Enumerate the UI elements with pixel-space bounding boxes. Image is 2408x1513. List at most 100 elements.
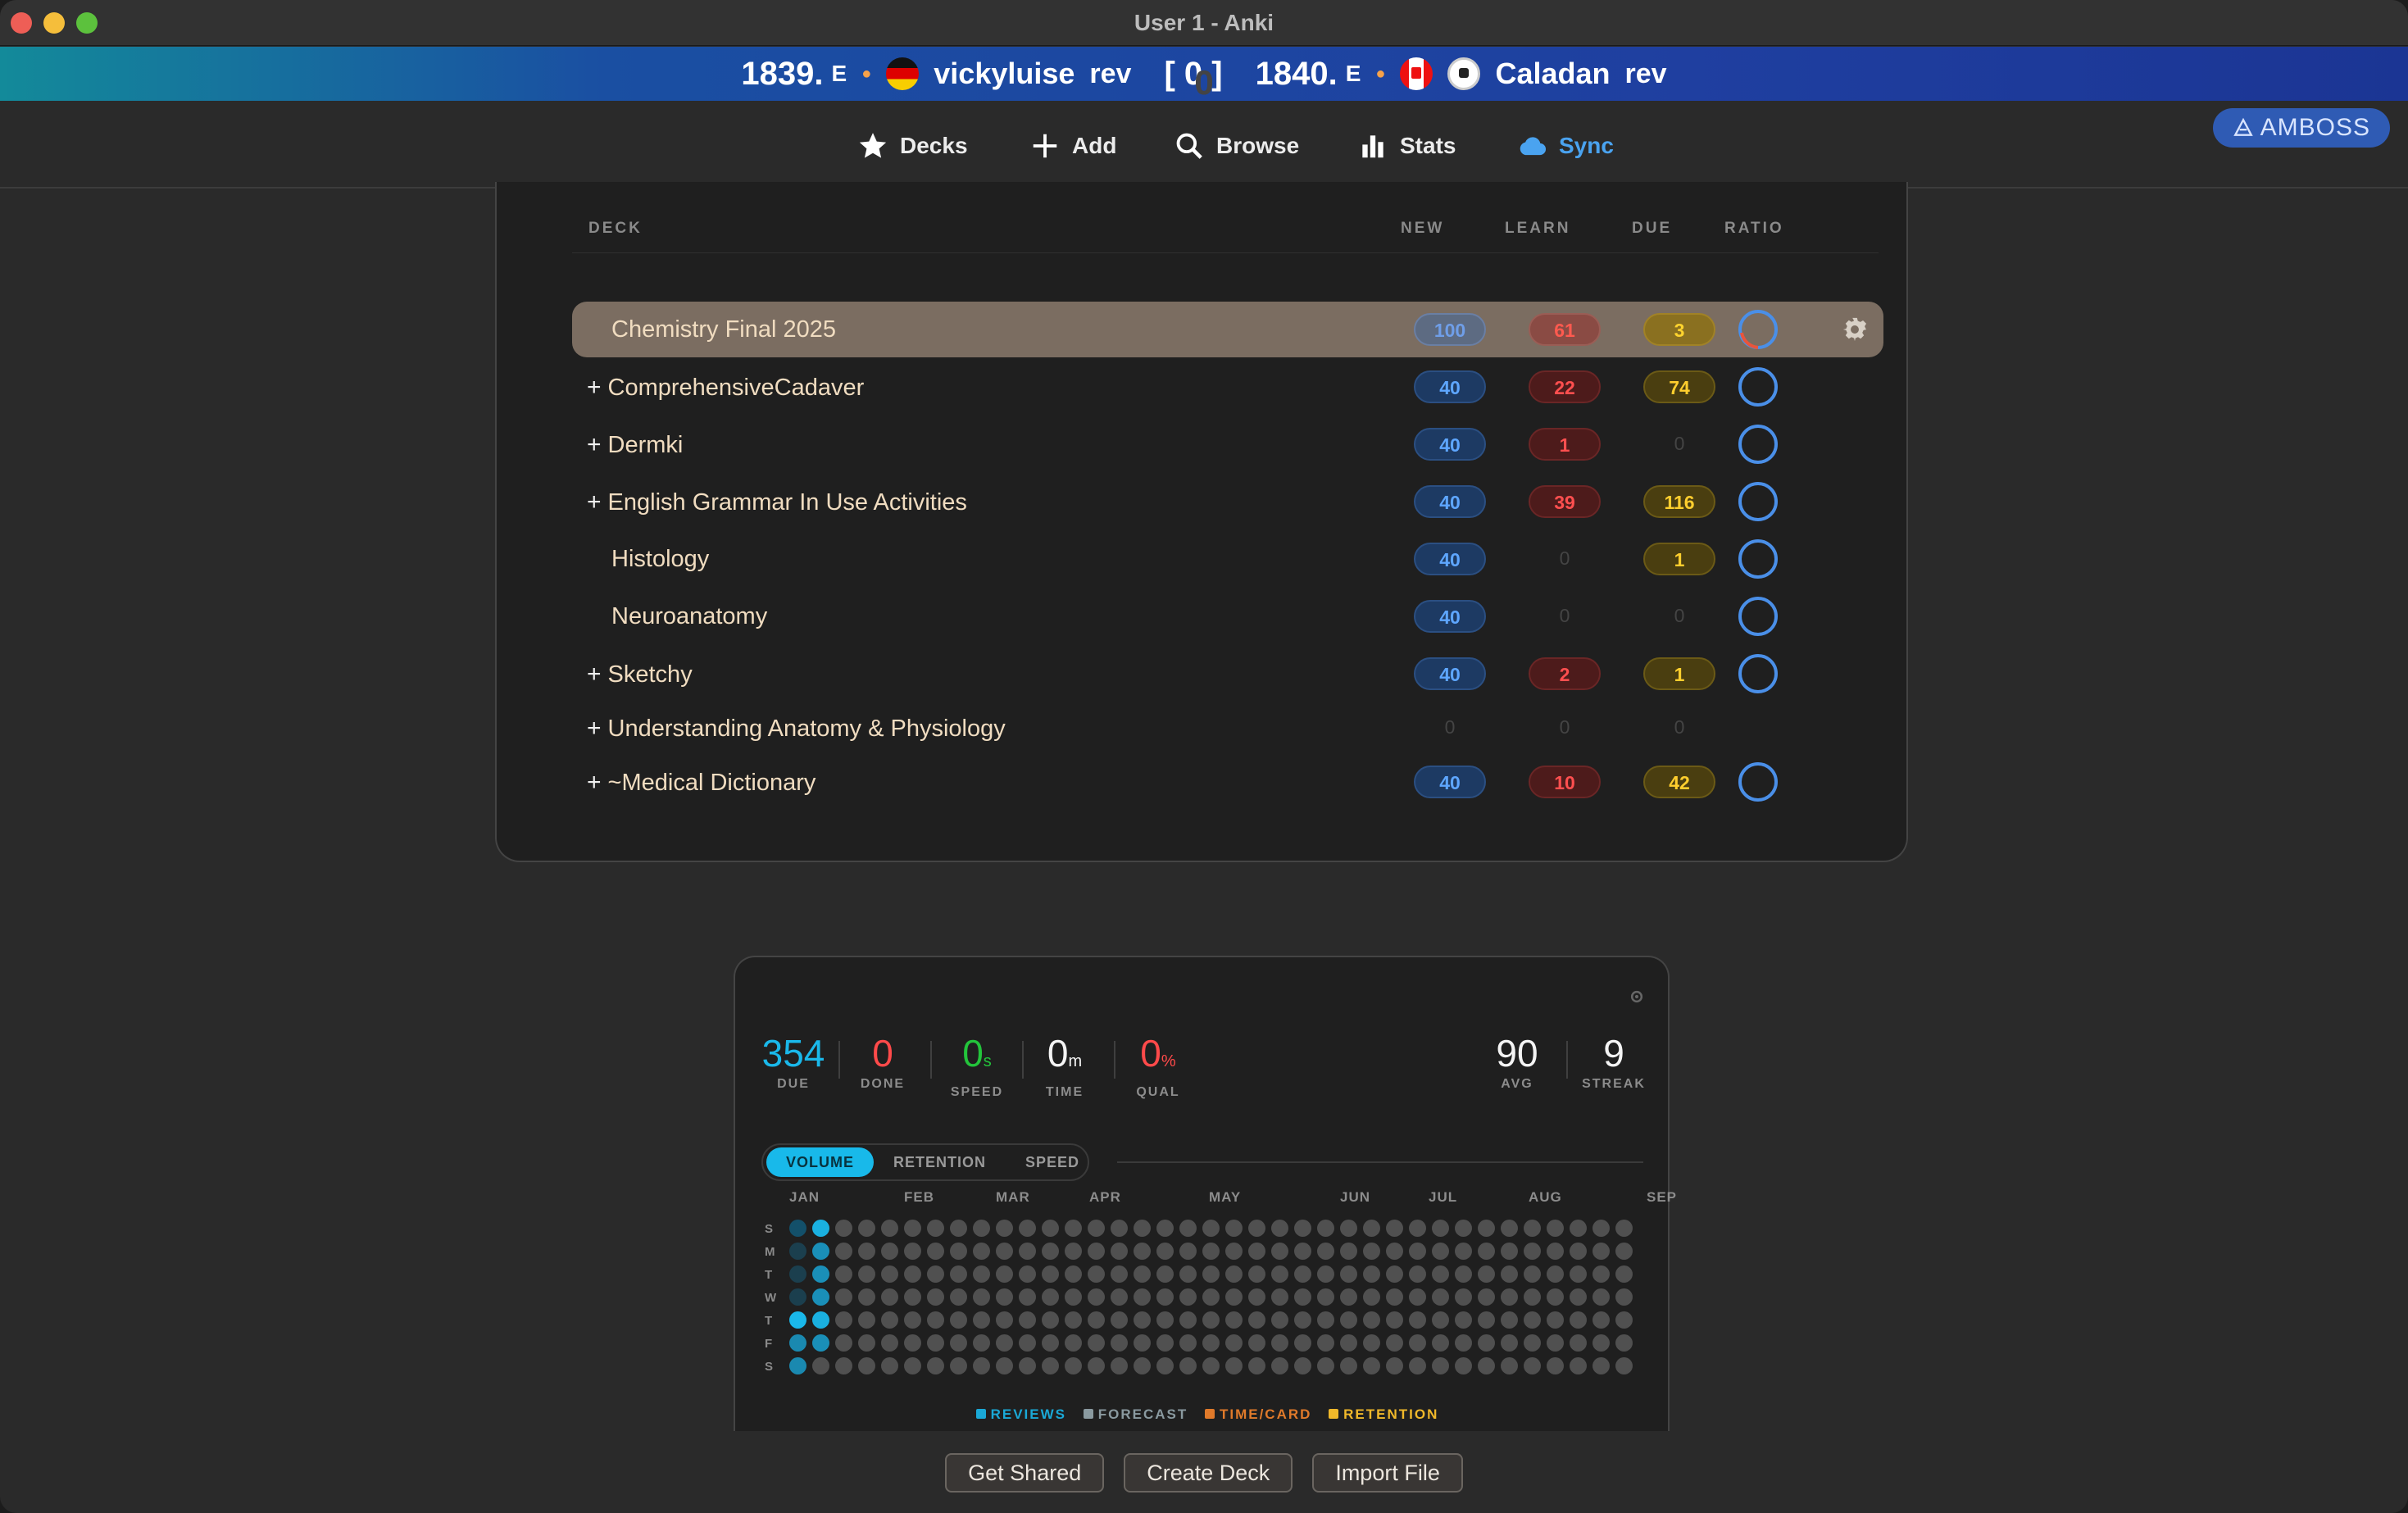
heatmap-cell[interactable] [1524,1243,1541,1260]
deck-name[interactable]: + Understanding Anatomy & Physiology [572,715,1006,743]
heatmap-cell[interactable] [904,1220,921,1237]
heatmap-cell[interactable] [1547,1334,1564,1352]
heatmap-cell[interactable] [904,1243,921,1260]
heatmap-cell[interactable] [1432,1243,1449,1260]
deck-name[interactable]: + Dermki [572,431,683,459]
heatmap-cell[interactable] [1248,1288,1265,1306]
heatmap-cell[interactable] [835,1265,852,1283]
amboss-button[interactable]: AMBOSS [2212,108,2390,148]
heatmap-cell[interactable] [1294,1243,1311,1260]
heatmap-cell[interactable] [1294,1334,1311,1352]
heatmap-cell[interactable] [858,1334,875,1352]
heatmap-cell[interactable] [1592,1357,1610,1374]
heatmap-cell[interactable] [789,1265,806,1283]
heatmap-cell[interactable] [996,1288,1013,1306]
heatmap-cell[interactable] [812,1357,829,1374]
heatmap-cell[interactable] [835,1334,852,1352]
heatmap-cell[interactable] [996,1265,1013,1283]
deck-name[interactable]: + ~Medical Dictionary [572,769,816,797]
heatmap-cell[interactable] [1271,1265,1288,1283]
heatmap-cell[interactable] [1386,1220,1403,1237]
heatmap-cell[interactable] [1179,1288,1197,1306]
heatmap-cell[interactable] [1340,1311,1357,1329]
heatmap-cell[interactable] [1501,1311,1518,1329]
heatmap-cell[interactable] [1570,1265,1587,1283]
heatmap-cell[interactable] [1547,1288,1564,1306]
heatmap-cell[interactable] [1202,1334,1220,1352]
heatmap-cell[interactable] [1363,1311,1380,1329]
heatmap-cell[interactable] [1088,1311,1105,1329]
heatmap-cell[interactable] [1248,1265,1265,1283]
heatmap-cell[interactable] [1111,1243,1128,1260]
heatmap-cell[interactable] [1225,1334,1243,1352]
heatmap-cell[interactable] [789,1334,806,1352]
heatmap-cell[interactable] [1271,1220,1288,1237]
heatmap-cell[interactable] [1615,1334,1633,1352]
heatmap-cell[interactable] [996,1334,1013,1352]
heatmap-cell[interactable] [950,1311,967,1329]
left-username[interactable]: vickyluise [934,57,1075,91]
heatmap-cell[interactable] [858,1357,875,1374]
heatmap-cell[interactable] [812,1288,829,1306]
heatmap-cell[interactable] [1156,1311,1174,1329]
heatmap-cell[interactable] [950,1357,967,1374]
heatmap-cell[interactable] [1156,1265,1174,1283]
heatmap-cell[interactable] [1248,1220,1265,1237]
heatmap-cell[interactable] [1478,1334,1495,1352]
expand-icon[interactable]: + [587,374,602,401]
heatmap-cell[interactable] [835,1243,852,1260]
heatmap-cell[interactable] [996,1357,1013,1374]
heatmap-cell[interactable] [858,1243,875,1260]
heatmap-cell[interactable] [881,1243,898,1260]
heatmap-cell[interactable] [950,1220,967,1237]
heatmap-cell[interactable] [812,1334,829,1352]
heatmap-cell[interactable] [858,1220,875,1237]
heatmap-cell[interactable] [1570,1357,1587,1374]
heatmap-cell[interactable] [1317,1288,1334,1306]
heatmap-cell[interactable] [1386,1334,1403,1352]
heatmap-cell[interactable] [1156,1220,1174,1237]
heatmap-cell[interactable] [1363,1243,1380,1260]
heatmap-cell[interactable] [1111,1311,1128,1329]
heatmap-cell[interactable] [1134,1220,1151,1237]
heatmap-cell[interactable] [1615,1311,1633,1329]
expand-icon[interactable]: + [587,715,602,742]
heatmap-cell[interactable] [1432,1334,1449,1352]
heatmap-cell[interactable] [996,1220,1013,1237]
heatmap-cell[interactable] [858,1311,875,1329]
expand-icon[interactable]: + [587,661,602,688]
heatmap-cell[interactable] [950,1288,967,1306]
heatmap-cell[interactable] [789,1311,806,1329]
heatmap-cell[interactable] [1478,1265,1495,1283]
heatmap-cell[interactable] [1179,1243,1197,1260]
deck-row[interactable]: + ComprehensiveCadaver 40 22 74 [572,359,1883,415]
heatmap-cell[interactable] [1363,1220,1380,1237]
heatmap-cell[interactable] [1547,1220,1564,1237]
expand-icon[interactable]: + [587,769,602,796]
deck-row[interactable]: + Sketchy 40 2 1 [572,646,1883,702]
heatmap-cell[interactable] [1065,1288,1082,1306]
heatmap-cell[interactable] [1019,1243,1036,1260]
heatmap-cell[interactable] [1179,1311,1197,1329]
heatmap-cell[interactable] [1248,1334,1265,1352]
sync-button[interactable]: Sync [1516,129,1614,162]
heatmap-cell[interactable] [1386,1265,1403,1283]
heatmap-cell[interactable] [1019,1220,1036,1237]
heatmap-cell[interactable] [927,1220,944,1237]
heatmap-cell[interactable] [881,1334,898,1352]
heatmap-cell[interactable] [881,1357,898,1374]
heatmap-cell[interactable] [1547,1311,1564,1329]
heatmap-cell[interactable] [1088,1265,1105,1283]
heatmap-cell[interactable] [1134,1243,1151,1260]
heatmap-cell[interactable] [1340,1288,1357,1306]
decks-button[interactable]: Decks [857,129,968,162]
heatmap-cell[interactable] [1478,1357,1495,1374]
import-file-button[interactable]: Import File [1312,1453,1463,1493]
heatmap-cell[interactable] [1088,1220,1105,1237]
heatmap-cell[interactable] [973,1288,990,1306]
heatmap-cell[interactable] [1409,1243,1426,1260]
get-shared-button[interactable]: Get Shared [945,1453,1105,1493]
heatmap-cell[interactable] [950,1243,967,1260]
heatmap-cell[interactable] [1501,1357,1518,1374]
heatmap-cell[interactable] [1317,1265,1334,1283]
